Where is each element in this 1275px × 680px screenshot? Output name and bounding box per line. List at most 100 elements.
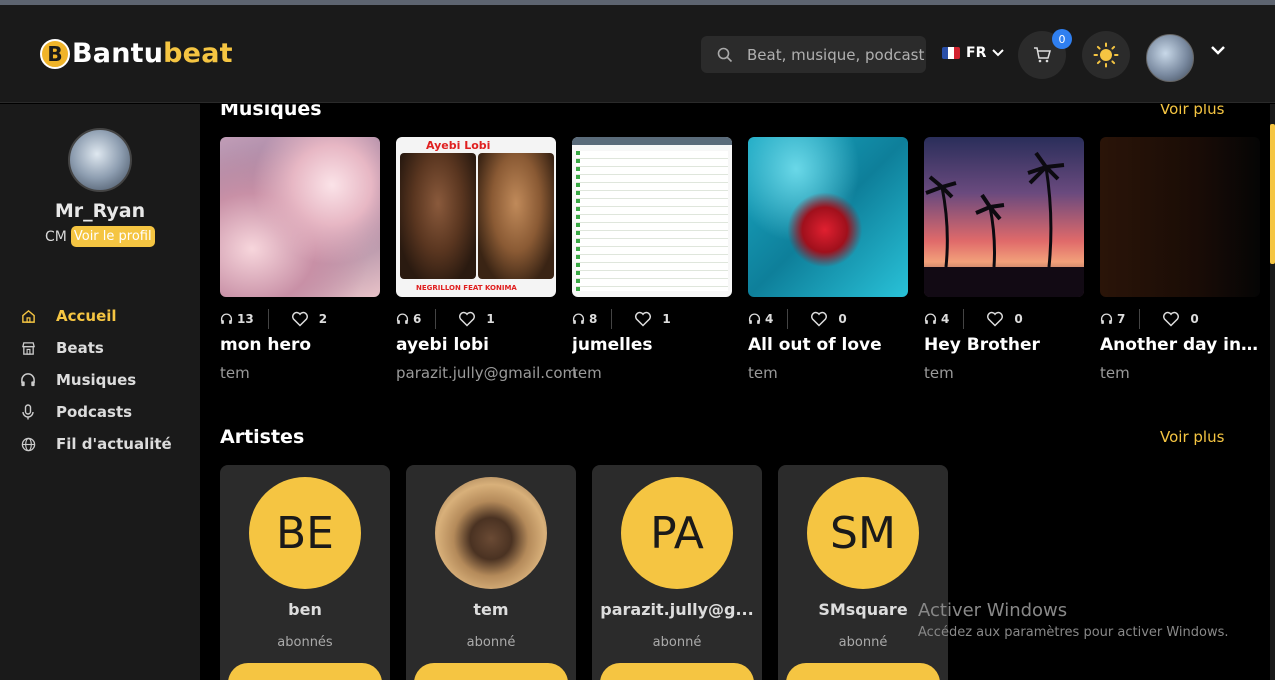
artist-avatar: SM: [807, 477, 919, 589]
artist-subscribers: abonné: [466, 635, 516, 650]
sidebar: Mr_Ryan CM Voir le profil Accueil Beats …: [0, 104, 200, 680]
music-card[interactable]: 4 0 Hey Brother tem: [924, 137, 1084, 382]
language-selector[interactable]: FR: [942, 45, 1005, 61]
follow-button[interactable]: [414, 663, 568, 680]
artist-subscribers: abonné: [652, 635, 702, 650]
heart-icon[interactable]: [634, 311, 652, 327]
music-cover-image: Ayebi Lobi NEGRILLON FEAT KONIMA: [396, 137, 556, 297]
cart-count-badge: 0: [1052, 29, 1072, 49]
sidebar-item-beats[interactable]: Beats: [20, 332, 172, 364]
profile-name: Mr_Ryan: [54, 200, 146, 222]
sidebar-item-accueil[interactable]: Accueil: [20, 300, 172, 332]
heart-icon[interactable]: [291, 311, 309, 327]
theme-toggle-button[interactable]: [1082, 31, 1130, 79]
music-stats: 7 0: [1100, 307, 1260, 331]
headphones-icon: [572, 313, 585, 324]
music-card[interactable]: 13 2 mon hero tem: [220, 137, 380, 382]
follow-button[interactable]: [786, 663, 940, 680]
music-artist[interactable]: tem: [220, 364, 380, 382]
profile-role-row: CM Voir le profil: [45, 226, 155, 247]
music-stats: 8 1: [572, 307, 732, 331]
mic-icon: [20, 404, 36, 420]
sidebar-item-fil-actualite[interactable]: Fil d'actualité: [20, 428, 172, 460]
page-scrollbar[interactable]: [1270, 104, 1275, 680]
stats-divider: [963, 309, 965, 329]
headphones-icon: [20, 372, 36, 388]
like-count: 0: [1190, 312, 1199, 326]
musics-section-title: Musiques: [220, 104, 322, 120]
music-title[interactable]: mon hero: [220, 335, 380, 355]
music-title[interactable]: jumelles: [572, 335, 732, 355]
music-stats: 4 0: [748, 307, 908, 331]
heart-icon[interactable]: [458, 311, 476, 327]
view-profile-button[interactable]: Voir le profil: [70, 226, 155, 247]
listen-count: 7: [1117, 312, 1126, 326]
scrollbar-thumb[interactable]: [1270, 124, 1275, 264]
musics-see-more-link[interactable]: Voir plus: [1160, 104, 1224, 118]
listen-count: 8: [589, 312, 598, 326]
sidebar-item-podcasts[interactable]: Podcasts: [20, 396, 172, 428]
headphones-icon: [924, 313, 937, 324]
profile-role: CM: [45, 228, 67, 245]
music-title[interactable]: Hey Brother: [924, 335, 1084, 355]
music-artist[interactable]: parazit.jully@gmail.com: [396, 364, 577, 382]
artist-card[interactable]: SM SMsquare abonné: [778, 465, 948, 680]
artist-name[interactable]: ben: [220, 600, 390, 619]
sidebar-item-label: Accueil: [56, 307, 117, 325]
heart-icon[interactable]: [810, 311, 828, 327]
artist-card[interactable]: tem abonné: [406, 465, 576, 680]
follow-button[interactable]: [228, 663, 382, 680]
music-title[interactable]: ayebi lobi: [396, 335, 556, 355]
sun-icon: [1093, 42, 1119, 68]
watermark-subtitle: Accédez aux paramètres pour activer Wind…: [918, 625, 1229, 640]
user-avatar[interactable]: [1146, 34, 1194, 82]
like-count: 0: [1014, 312, 1023, 326]
music-list: 13 2 mon hero tem Ayebi Lobi NEGRILLON F…: [220, 137, 1260, 382]
windows-activation-watermark: Activer Windows Accédez aux paramètres p…: [918, 600, 1229, 640]
profile-avatar[interactable]: [68, 128, 132, 192]
listen-count: 13: [237, 312, 254, 326]
stats-divider: [267, 309, 269, 329]
home-icon: [20, 308, 36, 324]
music-stats: 13 2: [220, 307, 380, 331]
logo-badge-icon: B: [40, 38, 70, 69]
listen-count: 4: [765, 312, 774, 326]
search-icon: [717, 47, 733, 62]
music-card[interactable]: 7 0 Another day in ... tem: [1100, 137, 1260, 382]
artist-card[interactable]: BE ben abonnés: [220, 465, 390, 680]
app-logo[interactable]: B Bantubeat: [40, 38, 233, 69]
artist-name[interactable]: parazit.jully@g...: [592, 600, 762, 619]
artist-card[interactable]: PA parazit.jully@g... abonné: [592, 465, 762, 680]
music-artist[interactable]: tem: [572, 364, 732, 382]
artist-avatar: PA: [621, 477, 733, 589]
music-artist[interactable]: tem: [1100, 364, 1260, 382]
music-card[interactable]: Ayebi Lobi NEGRILLON FEAT KONIMA 6 1 aye…: [396, 137, 577, 382]
music-cover-image: [1100, 137, 1260, 297]
artist-subscribers: abonnés: [277, 635, 333, 650]
heart-icon[interactable]: [986, 311, 1004, 327]
music-card[interactable]: 4 0 All out of love tem: [748, 137, 908, 382]
music-artist[interactable]: tem: [748, 364, 908, 382]
artists-see-more-link[interactable]: Voir plus: [1160, 428, 1224, 446]
artist-name[interactable]: tem: [406, 600, 576, 619]
music-stats: 6 1: [396, 307, 556, 331]
chevron-down-icon: [992, 49, 1005, 57]
listen-count: 4: [941, 312, 950, 326]
music-title[interactable]: All out of love: [748, 335, 908, 355]
like-count: 2: [318, 312, 328, 326]
music-card[interactable]: 8 1 jumelles tem: [572, 137, 732, 382]
heart-icon[interactable]: [1162, 311, 1180, 327]
cart-button[interactable]: 0: [1018, 29, 1072, 79]
chevron-down-icon[interactable]: [1210, 45, 1226, 56]
cover-title: Ayebi Lobi: [426, 139, 491, 152]
music-cover-image: [572, 137, 732, 297]
follow-button[interactable]: [600, 663, 754, 680]
search-bar[interactable]: [701, 36, 926, 73]
music-artist[interactable]: tem: [924, 364, 1084, 382]
music-title[interactable]: Another day in ...: [1100, 335, 1260, 355]
search-input[interactable]: [747, 45, 926, 64]
sidebar-item-musiques[interactable]: Musiques: [20, 364, 172, 396]
stats-divider: [1139, 309, 1141, 329]
listen-count: 6: [413, 312, 422, 326]
headphones-icon: [748, 313, 761, 324]
